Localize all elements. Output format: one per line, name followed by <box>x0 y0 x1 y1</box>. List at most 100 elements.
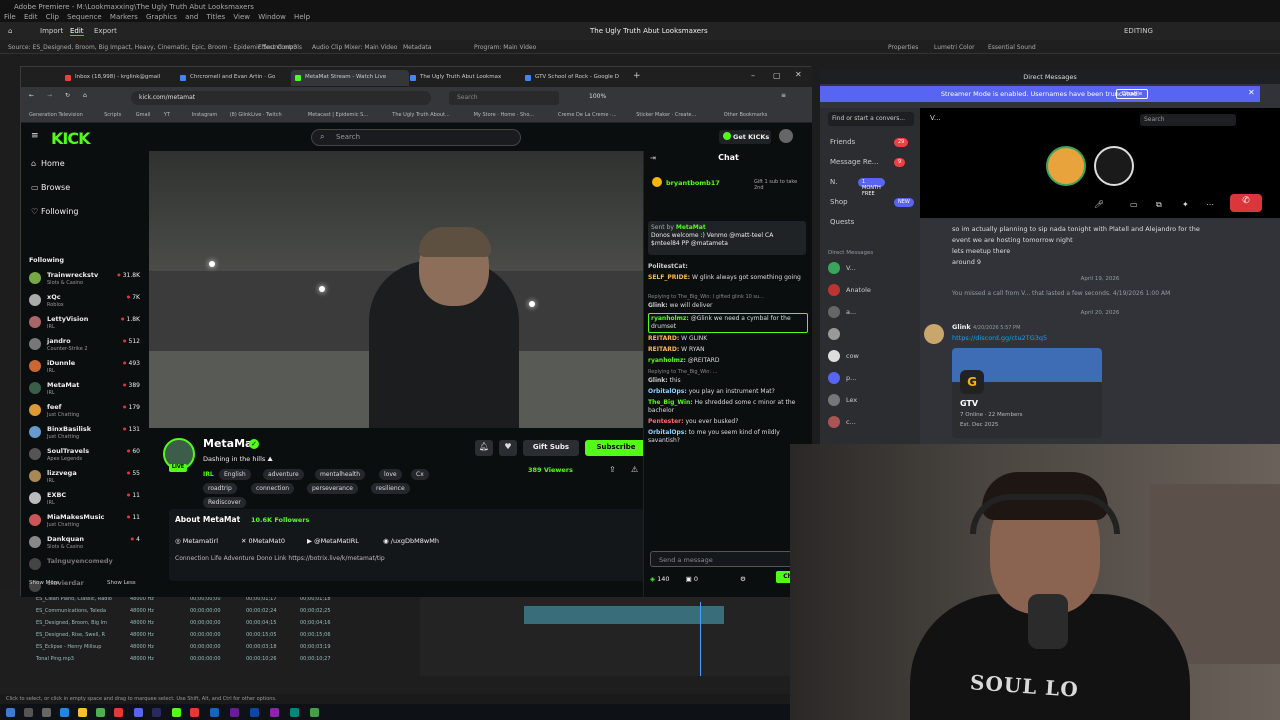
chat-username[interactable]: ryanholmz: <box>648 357 686 364</box>
discord-nav-item[interactable]: Quests <box>830 218 854 226</box>
show-more-button[interactable]: Show More <box>29 580 59 586</box>
followed-channel[interactable]: MetaMatIRL 389 <box>29 379 144 401</box>
panel-program[interactable]: Program: Main Video <box>474 44 536 51</box>
followed-channel[interactable]: xQcRoblox 7K <box>29 291 144 313</box>
back-icon[interactable]: ← <box>29 92 34 99</box>
followed-channel[interactable]: MiaMakesMusicJust Chatting 11 <box>29 511 144 533</box>
bookmark-item[interactable]: YT <box>164 112 170 118</box>
chat-message[interactable]: The_Big_Win: He shredded some c minor at… <box>648 399 808 415</box>
chat-username[interactable]: OrbitalOps: <box>648 388 687 395</box>
playhead[interactable] <box>700 602 701 676</box>
followed-channel[interactable]: TrainwreckstvSlots & Casino 31.8K <box>29 269 144 291</box>
stream-tag[interactable]: adventure <box>263 469 304 480</box>
stream-tag[interactable]: roadtrip <box>203 483 237 494</box>
hang-up-button[interactable]: ✆ <box>1230 194 1262 212</box>
app5-icon[interactable] <box>250 708 259 717</box>
close-icon[interactable]: ✕ <box>795 70 802 79</box>
chat-message[interactable]: SELF_PRIDE: W glink always got something… <box>648 274 808 282</box>
bin-row[interactable]: ES_Designed, Broom, Big Im 48000 Hz 00;00;… <box>14 620 354 631</box>
more-icon[interactable]: ⋯ <box>1206 200 1214 209</box>
minimize-icon[interactable]: – <box>751 71 755 80</box>
x-link[interactable]: ✕ 0MetaMat0 <box>241 537 285 545</box>
panel-audio-mixer[interactable]: Audio Clip Mixer: Main Video <box>312 44 397 51</box>
tab-export[interactable]: Export <box>94 27 117 35</box>
explorer-icon[interactable] <box>78 708 87 717</box>
taskview-icon[interactable] <box>42 708 51 717</box>
mic-icon[interactable]: 🎤︎ <box>1094 200 1104 209</box>
premiere-menu-bar[interactable]: File Edit Clip Sequence Markers Graphics… <box>4 13 310 21</box>
followed-channel[interactable]: Talnguyencomedy <box>29 555 144 577</box>
bin-row[interactable]: ES_Designed, Rise, Swell, R 48000 Hz 00;00… <box>14 632 354 643</box>
bookmark-item[interactable]: Generation Television <box>29 112 83 118</box>
dm-entry[interactable]: Lex <box>828 392 918 408</box>
kick-icon[interactable] <box>172 708 181 717</box>
app2-icon[interactable] <box>190 708 199 717</box>
followed-channel[interactable]: lizzvegaIRL 55 <box>29 467 144 489</box>
chat-message[interactable]: Glink: this <box>648 377 808 385</box>
browser-tab[interactable]: Inbox (18,998) - krglink@gmail <box>61 70 179 86</box>
browser-tab[interactable]: Chrcrornell and Evan Artin · Go <box>176 70 294 86</box>
maximize-icon[interactable]: ▢ <box>773 71 781 80</box>
start-icon[interactable] <box>6 708 15 717</box>
stream-tag[interactable]: English <box>219 469 251 480</box>
instagram-link[interactable]: ◎ Metamatirl <box>175 537 218 545</box>
browser-tab[interactable]: The Ugly Truth Abut Lookmax <box>406 70 524 86</box>
bookmark-item[interactable]: Gmail <box>136 112 151 118</box>
app6-icon[interactable] <box>290 708 299 717</box>
followed-channel[interactable]: iDunnleIRL 493 <box>29 357 144 379</box>
subscribe-button[interactable]: Subscribe <box>585 440 647 456</box>
app3-icon[interactable] <box>210 708 219 717</box>
stream-tag[interactable]: Rediscover <box>203 497 246 508</box>
nav-browse[interactable]: ▭ Browse <box>31 183 70 192</box>
discord-icon[interactable] <box>134 708 143 717</box>
find-conversation-input[interactable]: Find or start a convers... <box>828 112 914 126</box>
video-player[interactable] <box>149 151 643 428</box>
stream-tag[interactable]: Cx <box>411 469 429 480</box>
followed-channel[interactable]: EXBCIRL 11 <box>29 489 144 511</box>
discord-nav-item[interactable]: Shop NEW <box>830 198 914 207</box>
tab-import[interactable]: Import <box>40 27 63 35</box>
workspace-label[interactable]: EDITING <box>1124 27 1153 35</box>
dm-entry[interactable]: c... <box>828 414 918 430</box>
chat-message[interactable]: REITARD: W GLINK <box>648 335 808 343</box>
show-less-button[interactable]: Show Less <box>107 580 136 586</box>
followed-channel[interactable]: LettyVisionIRL 1.8K <box>29 313 144 335</box>
bookmark-item[interactable]: Other Bookmarks <box>724 112 768 118</box>
points-icon[interactable]: ◈ <box>650 575 655 583</box>
hamburger-icon[interactable]: ≡ <box>31 131 39 141</box>
chat-message[interactable]: Pentester: you ever busked? <box>648 418 808 426</box>
panel-lumetri[interactable]: Lumetri Color <box>934 44 975 51</box>
home-icon[interactable]: ⌂ <box>83 92 87 99</box>
forward-icon[interactable]: → <box>47 92 52 99</box>
chat-username[interactable]: ryanholmz: <box>651 315 689 322</box>
call-avatar-2[interactable] <box>1094 146 1134 186</box>
browser-tab[interactable]: GTV School of Rock - Google D <box>521 70 639 86</box>
url-field[interactable]: kick.com/metamat <box>131 91 431 105</box>
app7-icon[interactable] <box>310 708 319 717</box>
dm-entry[interactable]: a... <box>828 304 918 320</box>
home-icon[interactable]: ⌂ <box>8 27 12 35</box>
bookmark-item[interactable]: Metacast | Epidemic S... <box>308 112 368 118</box>
tab-edit[interactable]: Edit <box>70 27 84 36</box>
chat-username[interactable]: REITARD: <box>648 346 679 353</box>
app4-icon[interactable] <box>230 708 239 717</box>
chat-username[interactable]: REITARD: <box>648 335 679 342</box>
twitch-icon[interactable] <box>270 708 279 717</box>
kicks-icon[interactable]: ▣ <box>686 575 692 583</box>
bookmark-item[interactable]: The Ugly Truth About... <box>392 112 449 118</box>
panel-properties[interactable]: Properties <box>888 44 918 51</box>
followed-channel[interactable]: feefJust Chatting 179 <box>29 401 144 423</box>
glink-avatar[interactable] <box>924 324 944 344</box>
dm-entry[interactable]: p... <box>828 370 918 386</box>
followed-channel[interactable]: BinxBasiliskJust Chatting 131 <box>29 423 144 445</box>
share-icon[interactable]: ⇪ <box>609 465 616 474</box>
disable-streamer-mode-button[interactable]: Disable <box>1116 89 1148 99</box>
dm-entry[interactable]: cow <box>828 348 918 364</box>
stream-tag[interactable]: mentalhealth <box>315 469 366 480</box>
stream-category[interactable]: IRL <box>203 471 214 478</box>
chat-input[interactable]: Send a message <box>650 551 806 567</box>
settings-icon[interactable]: ⚙ <box>740 575 746 583</box>
discord-link[interactable]: ◉ /uxgDbM8wMh <box>383 537 439 545</box>
chat-username[interactable]: PolitestCat: <box>648 263 688 270</box>
follow-heart-icon[interactable]: ♥ <box>499 440 517 456</box>
